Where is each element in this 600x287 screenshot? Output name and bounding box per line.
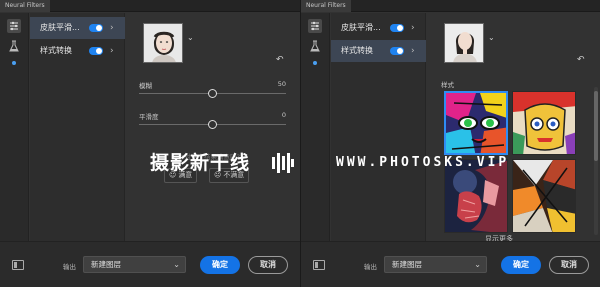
- flask-icon[interactable]: [308, 39, 322, 53]
- tool-rail: [301, 13, 330, 241]
- filter-settings: ⌄ ↶ 样式 显示更多: [427, 13, 600, 243]
- ok-button[interactable]: 确定: [200, 256, 240, 274]
- cancel-button[interactable]: 取消: [248, 256, 288, 274]
- filter-item-style-transfer[interactable]: 样式转换 ›: [331, 40, 426, 62]
- filter-label: 样式转换: [341, 46, 373, 55]
- panel-tab-bar: Neural Filters: [0, 0, 300, 12]
- filter-label: 皮肤平滑...: [341, 23, 381, 32]
- portrait-thumbnail[interactable]: [444, 23, 484, 63]
- filter-item-skin-smoothing[interactable]: 皮肤平滑... ›: [331, 17, 426, 39]
- chevron-down-icon[interactable]: ⌄: [187, 33, 194, 42]
- preview-toggle-icon[interactable]: [313, 260, 325, 270]
- chevron-right-icon: ›: [110, 23, 114, 33]
- filter-list: 皮肤平滑... › 样式转换 ›: [331, 13, 426, 241]
- ok-button[interactable]: 确定: [501, 256, 541, 274]
- status-dot-icon: [12, 61, 16, 65]
- slider-handle-smoothness[interactable]: [208, 120, 217, 129]
- filter-toggle[interactable]: [89, 24, 103, 32]
- gallery-scrollbar[interactable]: [594, 87, 598, 235]
- panel-tab-title[interactable]: Neural Filters: [0, 0, 50, 12]
- filters-list-icon[interactable]: [308, 19, 322, 33]
- panel-footer: 输出 新建图层 ⌄ 确定 取消: [0, 241, 300, 287]
- filter-toggle[interactable]: [390, 24, 404, 32]
- panel-tab-title[interactable]: Neural Filters: [301, 0, 351, 12]
- slider-label-blur: 模糊: [139, 82, 152, 90]
- chevron-right-icon: ›: [110, 46, 114, 56]
- filter-list: 皮肤平滑... › 样式转换 ›: [30, 13, 125, 241]
- flask-icon[interactable]: [7, 39, 21, 53]
- slider-handle-blur[interactable]: [208, 89, 217, 98]
- chevron-down-icon: ⌄: [474, 260, 481, 269]
- style-tile-1[interactable]: [444, 91, 508, 155]
- output-select[interactable]: 新建图层 ⌄: [83, 256, 186, 273]
- slider-value-smoothness: 0: [281, 111, 286, 119]
- filter-label: 皮肤平滑...: [40, 23, 80, 32]
- watermark-chinese-text: 摄影新干线: [150, 152, 251, 174]
- style-tile-4[interactable]: [512, 159, 576, 233]
- right-neural-filters-panel: Neural Filters 皮肤平滑... › 样式转换 › ⌄ ↶ 样式 显…: [300, 0, 600, 287]
- cancel-button[interactable]: 取消: [549, 256, 589, 274]
- watermark-url-text: WWW.PHOTOSKS.VIP: [336, 155, 510, 170]
- output-select-value: 新建图层: [91, 260, 121, 269]
- panel-tab-bar: Neural Filters: [301, 0, 600, 12]
- output-select[interactable]: 新建图层 ⌄: [384, 256, 487, 273]
- reset-icon[interactable]: ↶: [577, 55, 585, 65]
- filter-label: 样式转换: [40, 46, 72, 55]
- chevron-down-icon[interactable]: ⌄: [488, 33, 495, 42]
- filter-item-skin-smoothing[interactable]: 皮肤平滑... ›: [30, 17, 125, 39]
- chevron-right-icon: ›: [411, 23, 415, 33]
- chevron-down-icon: ⌄: [173, 260, 180, 269]
- left-neural-filters-panel: Neural Filters 皮肤平滑... › 样式转换 › ⌄ ↶ 模糊 5…: [0, 0, 300, 287]
- slider-label-smoothness: 平滑度: [139, 113, 159, 121]
- output-label: 输出: [63, 263, 76, 271]
- panel-footer: 输出 新建图层 ⌄ 确定 取消: [301, 241, 600, 287]
- scrollbar-thumb[interactable]: [594, 91, 598, 161]
- filter-toggle[interactable]: [390, 47, 404, 55]
- tool-rail: [0, 13, 29, 241]
- filters-list-icon[interactable]: [7, 19, 21, 33]
- watermark-logo-icon: [272, 153, 294, 173]
- style-section-label: 样式: [441, 81, 454, 89]
- output-select-value: 新建图层: [392, 260, 422, 269]
- reset-icon[interactable]: ↶: [276, 55, 284, 65]
- filter-settings: ⌄ ↶ 模糊 50 平滑度 0 你对这个结果满意吗? ☺ 满意 ☹ 不满意: [126, 13, 300, 241]
- style-tile-2[interactable]: [512, 91, 576, 155]
- filter-toggle[interactable]: [89, 47, 103, 55]
- preview-toggle-icon[interactable]: [12, 260, 24, 270]
- status-dot-icon: [313, 61, 317, 65]
- filter-item-style-transfer[interactable]: 样式转换 ›: [30, 40, 125, 62]
- chevron-right-icon: ›: [411, 46, 415, 56]
- output-label: 输出: [364, 263, 377, 271]
- portrait-thumbnail[interactable]: [143, 23, 183, 63]
- slider-value-blur: 50: [277, 80, 286, 88]
